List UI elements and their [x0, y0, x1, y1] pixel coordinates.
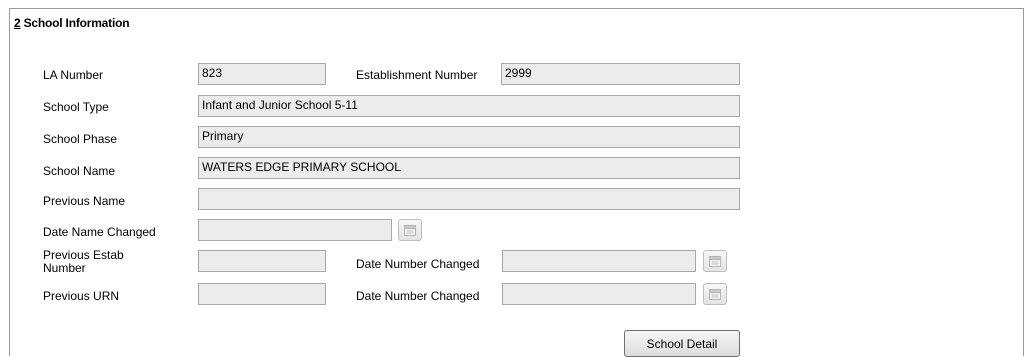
previous-name-label: Previous Name [43, 194, 126, 208]
previous-urn-field[interactable] [198, 283, 326, 305]
calendar-icon-glyph [709, 256, 721, 267]
establishment-number-label: Establishment Number [356, 68, 478, 82]
previous-estab-number-label-line2: Number [43, 261, 86, 275]
previous-estab-number-label: Previous Estab Number [43, 249, 124, 275]
school-detail-button[interactable]: School Detail [624, 330, 740, 357]
school-type-field[interactable]: Infant and Junior School 5-11 [198, 95, 740, 117]
school-name-field[interactable]: WATERS EDGE PRIMARY SCHOOL [198, 157, 740, 179]
previous-estab-number-field[interactable] [198, 250, 326, 272]
school-phase-label: School Phase [43, 132, 118, 146]
section-title: 2 School Information [14, 16, 130, 30]
date-number-changed-label: Date Number Changed [356, 257, 480, 271]
calendar-icon-glyph [709, 289, 721, 300]
date-number-changed-field[interactable] [502, 283, 696, 305]
la-number-field[interactable]: 823 [198, 63, 326, 85]
school-phase-field[interactable]: Primary [198, 126, 740, 148]
section-title-text: School Information [20, 16, 130, 30]
date-number-changed-label: Date Number Changed [356, 289, 480, 303]
school-name-label: School Name [43, 164, 116, 178]
la-number-label: LA Number [43, 68, 104, 82]
establishment-number-field[interactable]: 2999 [501, 63, 740, 85]
calendar-icon[interactable] [703, 250, 727, 272]
date-name-changed-field[interactable] [198, 219, 392, 241]
date-number-changed-field[interactable] [502, 250, 696, 272]
calendar-icon-glyph [404, 225, 416, 236]
date-name-changed-label: Date Name Changed [43, 225, 156, 239]
previous-name-field[interactable] [198, 188, 740, 210]
calendar-icon[interactable] [703, 283, 727, 305]
calendar-icon[interactable] [398, 219, 422, 241]
previous-urn-label: Previous URN [43, 289, 120, 303]
school-type-label: School Type [43, 100, 109, 114]
school-information-panel: 2 School Information LA Number 823 Estab… [9, 8, 1024, 357]
